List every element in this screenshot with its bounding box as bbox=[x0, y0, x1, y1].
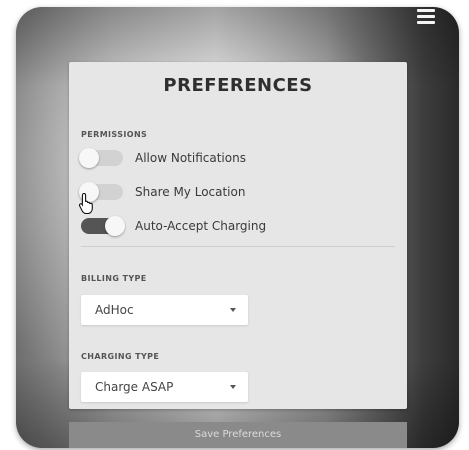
allow-notifications-row: Allow Notifications bbox=[79, 148, 381, 168]
charging-type-value: Charge ASAP bbox=[95, 380, 174, 394]
charging-type-label: CHARGING TYPE bbox=[81, 352, 160, 361]
caret-down-icon bbox=[230, 385, 236, 389]
permissions-label: PERMISSIONS bbox=[81, 130, 148, 139]
auto-accept-charging-toggle[interactable] bbox=[81, 216, 125, 236]
toggle-knob bbox=[79, 148, 99, 168]
device-frame: PREFERENCES PERMISSIONS Allow Notificati… bbox=[16, 7, 459, 448]
save-preferences-button[interactable]: Save Preferences bbox=[69, 422, 407, 448]
divider bbox=[81, 246, 395, 247]
allow-notifications-label: Allow Notifications bbox=[135, 151, 246, 165]
billing-type-select[interactable]: AdHoc bbox=[81, 295, 248, 325]
share-location-label: Share My Location bbox=[135, 185, 246, 199]
billing-type-value: AdHoc bbox=[95, 303, 134, 317]
toggle-knob bbox=[105, 216, 125, 236]
auto-accept-charging-label: Auto-Accept Charging bbox=[135, 219, 267, 233]
allow-notifications-toggle[interactable] bbox=[79, 148, 123, 168]
caret-down-icon bbox=[230, 308, 236, 312]
hamburger-menu-icon[interactable] bbox=[417, 9, 435, 25]
charging-type-select[interactable]: Charge ASAP bbox=[81, 372, 248, 402]
preferences-card: PREFERENCES PERMISSIONS Allow Notificati… bbox=[69, 62, 407, 409]
page-title: PREFERENCES bbox=[163, 75, 313, 96]
share-location-row: Share My Location bbox=[79, 182, 381, 202]
auto-accept-row: Auto-Accept Charging bbox=[81, 216, 381, 236]
billing-type-label: BILLING TYPE bbox=[81, 274, 147, 283]
hand-pointer-icon bbox=[78, 192, 93, 214]
